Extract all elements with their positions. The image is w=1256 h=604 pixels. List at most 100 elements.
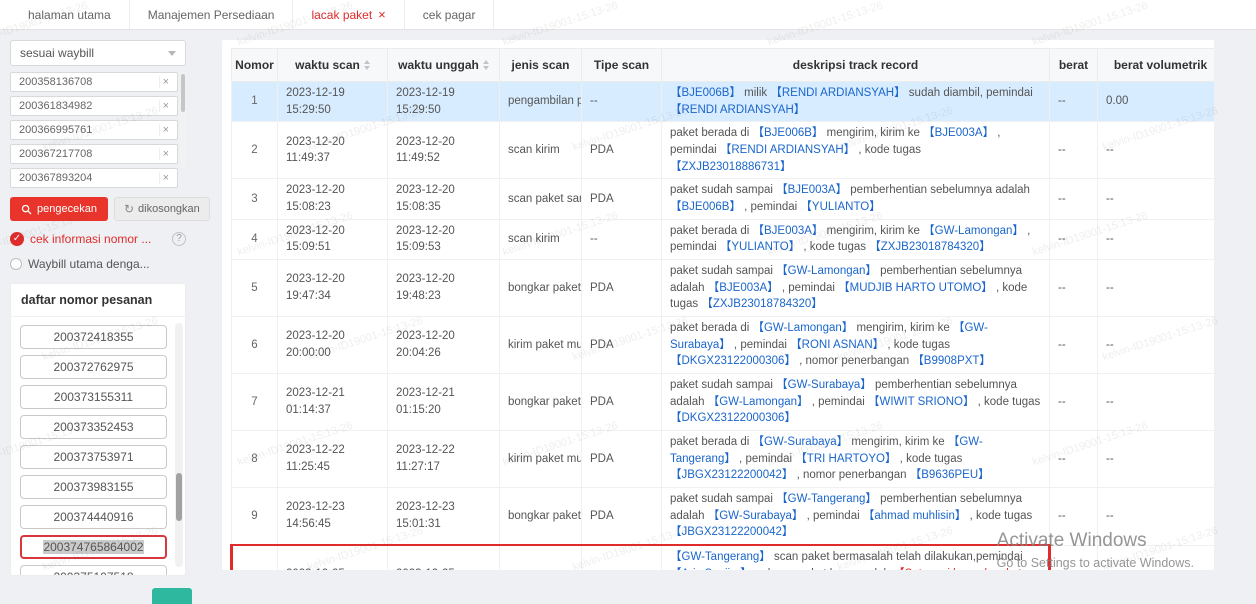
- track-entity: 【YULIANTO】: [800, 201, 881, 214]
- order-item[interactable]: 200373753971: [20, 445, 167, 469]
- track-entity: 【JBGX23122200042】: [670, 469, 794, 482]
- track-entity: 【RENDI ARDIANSYAH】: [670, 103, 806, 116]
- weight: --: [1049, 544, 1098, 570]
- tab-close-icon[interactable]: ×: [378, 8, 386, 21]
- desc-text: paket sudah sampai: [670, 493, 777, 506]
- waybill-number: 200361834982: [19, 100, 93, 112]
- order-item[interactable]: 200373352453: [20, 415, 167, 439]
- track-description: paket sudah sampai 【GW-Surabaya】 pemberh…: [661, 373, 1050, 432]
- track-entity: 【MUDJIB HARTO UTOMO】: [838, 281, 993, 294]
- sort-icons[interactable]: [482, 60, 489, 70]
- desc-text: scan paket bermasalah telah dilakukan,pe…: [770, 551, 1023, 564]
- sort-asc-icon[interactable]: [482, 60, 489, 64]
- waybill-number: 200366995761: [19, 124, 93, 136]
- remove-waybill-icon[interactable]: ×: [158, 172, 172, 184]
- order-item[interactable]: 200374440916: [20, 505, 167, 529]
- weight: --: [1049, 430, 1098, 489]
- column-header-wrap: deskripsi track record: [665, 58, 1046, 72]
- order-item[interactable]: 200373155311: [20, 385, 167, 409]
- table-header-row: Nomor waktu scan waktu unggah jenis scan Tip…: [231, 48, 1214, 82]
- order-item[interactable]: 200372418355: [20, 325, 167, 349]
- waybill-filter-value: sesuai waybill: [20, 46, 95, 60]
- check-button[interactable]: pengecekan: [10, 197, 108, 221]
- row-number: 7: [231, 373, 278, 432]
- row-number: 1: [231, 80, 278, 123]
- track-entity: 【ZXJB23018784320】: [701, 298, 823, 311]
- tab-cek-pagar[interactable]: cek pagar: [405, 0, 495, 29]
- sort-desc-icon[interactable]: [363, 66, 370, 70]
- clear-button[interactable]: ↻ dikosongkan: [113, 197, 210, 221]
- track-description: paket sudah sampai 【GW-Lamongan】 pemberh…: [661, 259, 1050, 318]
- desc-text: , pemindai: [803, 509, 863, 522]
- upload-time: 2023-12-19 15:29:50: [387, 80, 500, 123]
- track-entity: 【RENDI ARDIANSYAH】: [719, 144, 856, 157]
- desc-text: paket berada di: [670, 322, 753, 335]
- help-icon[interactable]: ?: [172, 232, 186, 246]
- desc-text: , pemindai: [778, 281, 839, 294]
- waybill-item[interactable]: 200366995761 ×: [10, 120, 178, 140]
- radio-icon: [10, 258, 22, 270]
- remove-waybill-icon[interactable]: ×: [158, 148, 172, 160]
- column-header-waktu-scan[interactable]: waktu scan: [277, 48, 388, 82]
- order-scroll-thumb[interactable]: [176, 473, 182, 521]
- volumetric-weight: --: [1097, 373, 1214, 432]
- track-entity: 【GW-Tangerang】: [670, 551, 771, 564]
- desc-text: , pemindai: [808, 395, 868, 408]
- order-scrollbar[interactable]: [175, 323, 183, 567]
- table-row: 102023-12-25 07:33:412023-12-25 07:33:45…: [230, 544, 1214, 570]
- track-entity: 【BJE006B】: [670, 87, 741, 99]
- scan-type: scan kirim: [499, 121, 582, 180]
- upload-time: 2023-12-20 20:04:26: [387, 316, 500, 375]
- waybill-scroll-thumb[interactable]: [181, 74, 185, 112]
- desc-text: , nomor penerbangan: [795, 355, 913, 368]
- track-record-card: Nomor waktu scan waktu unggah jenis scan Tip…: [222, 40, 1214, 570]
- upload-time: 2023-12-21 01:15:20: [387, 373, 500, 432]
- weight: --: [1049, 259, 1098, 318]
- scan-time: 2023-12-19 15:29:50: [277, 80, 388, 123]
- waybill-utama-option[interactable]: Waybill utama denga...: [10, 257, 186, 271]
- waybill-item[interactable]: 200361834982 ×: [10, 96, 178, 116]
- tab-lacak-paket[interactable]: lacak paket ×: [293, 0, 405, 29]
- floating-widget[interactable]: [152, 588, 192, 604]
- waybill-list: 200358136708 × 200361834982 × 200366995761 × 2…: [10, 72, 186, 188]
- order-item[interactable]: 200373983155: [20, 475, 167, 499]
- remove-waybill-icon[interactable]: ×: [158, 100, 172, 112]
- scan-time: 2023-12-21 01:14:37: [277, 373, 388, 432]
- sort-asc-icon[interactable]: [363, 60, 370, 64]
- track-entity: 【GW-Lamongan】: [707, 395, 809, 408]
- scan-time: 2023-12-23 14:56:45: [277, 487, 388, 546]
- table-row: 2 2023-12-20 11:49:37 2023-12-20 11:49:52 s…: [231, 121, 1214, 180]
- order-item[interactable]: 200374765864002: [20, 535, 167, 559]
- desc-text: paket sudah sampai: [670, 265, 777, 278]
- weight: --: [1049, 178, 1098, 220]
- orders-title: daftar nomor pesanan: [11, 284, 185, 317]
- desc-text: , kode tugas: [800, 241, 870, 254]
- column-header-waktu-unggah[interactable]: waktu unggah: [387, 48, 500, 82]
- row-number: 10: [230, 544, 278, 570]
- column-header-tipe-scan: Tipe scan: [581, 48, 662, 82]
- column-header-wrap: waktu scan: [281, 58, 384, 72]
- waybill-item[interactable]: 200367217708 ×: [10, 144, 178, 164]
- scan-type: scan paket sampai: [499, 178, 582, 220]
- order-item[interactable]: 200375107518: [20, 565, 167, 575]
- track-entity: 【BJE003A】: [752, 224, 824, 237]
- sort-icons[interactable]: [363, 60, 370, 70]
- order-number: 200375107518: [53, 570, 133, 575]
- remove-waybill-icon[interactable]: ×: [158, 124, 172, 136]
- order-number: 200374765864002: [43, 540, 144, 554]
- order-item[interactable]: 200372762975: [20, 355, 167, 379]
- tab-manajemen-persediaan[interactable]: Manajemen Persediaan: [130, 0, 294, 29]
- remove-waybill-icon[interactable]: ×: [158, 76, 172, 88]
- scan-type: pengambilan paket: [499, 80, 582, 123]
- scan-time: 2023-12-20 15:08:23: [277, 178, 388, 220]
- order-number: 200373983155: [53, 480, 134, 494]
- tab-halaman-utama[interactable]: halaman utama: [10, 0, 130, 29]
- sort-desc-icon[interactable]: [482, 66, 489, 70]
- table-row: 9 2023-12-23 14:56:45 2023-12-23 15:01:31 b…: [231, 487, 1214, 546]
- check-info-option[interactable]: ✓ cek informasi nomor ... ?: [10, 232, 186, 246]
- waybill-scrollbar[interactable]: [180, 72, 186, 168]
- order-number: 200372418355: [53, 330, 134, 344]
- waybill-item[interactable]: 200367893204 ×: [10, 168, 178, 188]
- waybill-item[interactable]: 200358136708 ×: [10, 72, 178, 92]
- waybill-filter-select[interactable]: sesuai waybill: [10, 40, 186, 66]
